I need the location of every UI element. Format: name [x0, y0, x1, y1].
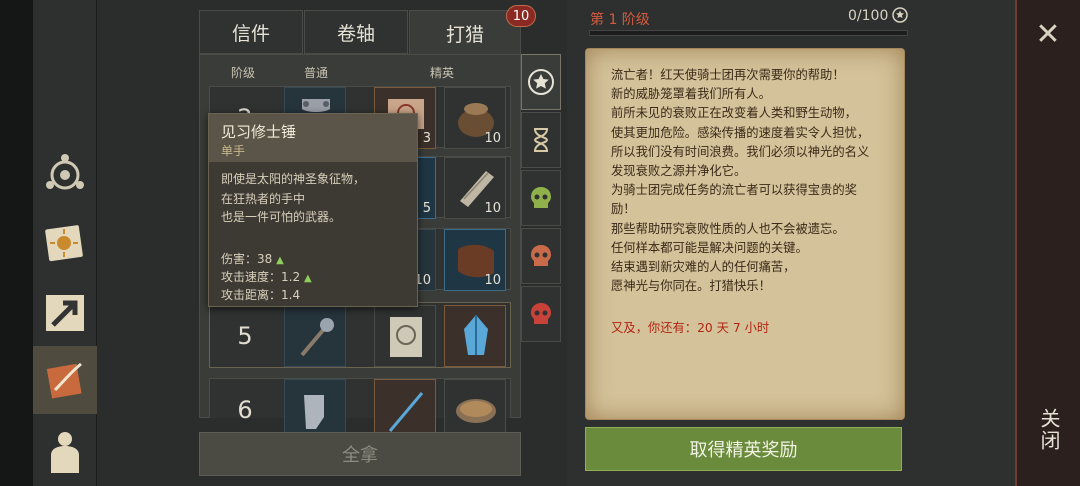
stat-up-arrow-icon: ▲: [276, 255, 284, 266]
blue-crystal-icon: [464, 315, 488, 355]
stat-label: 伤害：: [221, 252, 258, 266]
letter-line: 新的威胁笼罩着我们所有人。: [611, 87, 771, 102]
hourglass-icon: [533, 128, 549, 152]
reward-slot-elite[interactable]: 10: [444, 87, 506, 149]
stat-label: 攻击距离：: [221, 288, 282, 302]
reward-slot-elite[interactable]: [444, 305, 506, 367]
tooltip-description-line: 在狂热者的手中: [221, 192, 306, 206]
letter-line: 励！: [611, 202, 636, 217]
stat-up-arrow-icon: ▲: [303, 273, 312, 284]
letter-line: 发现衰败之源并净化它。: [611, 164, 747, 179]
tooltip-subtitle: 单手: [221, 144, 246, 158]
time-remaining: 又及，你还有：20 天 7 小时: [611, 321, 770, 335]
letter-line: 结束遇到新灾难的人的任何痛苦，: [611, 260, 796, 275]
letter-text: 流亡者！红天使骑士团再次需要你的帮助！ 新的威胁笼罩着我们所有人。 前所未见的衰…: [611, 66, 891, 296]
stat-value: 1.4: [281, 288, 301, 302]
claim-elite-reward-button[interactable]: 取得精英奖励: [585, 427, 902, 471]
letter-line: 任何样本都可能是解决问题的关键。: [611, 240, 808, 255]
tooltip-stat-damage: 伤害：38 ▲: [221, 250, 284, 267]
letter-line: 愿神光与你同在。打猎快乐！: [611, 279, 771, 294]
scroll-feather-icon: [46, 362, 82, 399]
category-tabs: [521, 54, 561, 344]
red-skull-icon: [531, 303, 551, 324]
tier-row[interactable]: 6: [209, 378, 511, 441]
map-arrow-icon: [46, 295, 84, 331]
side-menu-book-button[interactable]: [33, 212, 97, 274]
settings-star-icon: [892, 7, 908, 23]
tooltip-description-line: 也是一件可怕的武器。: [221, 210, 342, 224]
sun-book-icon: [45, 225, 83, 262]
side-menu-clan-button[interactable]: [33, 142, 97, 204]
item-tooltip: 见习修士锤 单手 即使是太阳的神圣象征物， 在狂热者的手中 也是一件可怕的武器。…: [208, 113, 418, 307]
character-icon: [51, 432, 79, 473]
side-menu: [33, 0, 97, 486]
tab-scrolls[interactable]: 卷轴: [304, 10, 408, 54]
orange-skull-icon: [531, 245, 551, 266]
normal-column-header: 普通: [304, 66, 329, 80]
stat-value: 1.2: [281, 270, 301, 284]
gauntlet-icon: [304, 395, 324, 429]
tooltip-stat-attack-range: 攻击距离：1.4: [221, 286, 300, 303]
tier-column-header: 阶级: [231, 66, 256, 80]
side-menu-character-button[interactable]: [33, 420, 97, 482]
category-tab-red-skull[interactable]: [521, 286, 561, 342]
left-edge-strip: [0, 0, 33, 486]
stage-label: 第 1 阶级: [590, 12, 650, 28]
reward-slot-elite[interactable]: 10: [444, 229, 506, 291]
category-tab-green-skull[interactable]: [521, 170, 561, 226]
close-button-label[interactable]: 关闭: [1034, 408, 1064, 452]
tooltip-title: 见习修士锤: [221, 123, 297, 141]
side-menu-letters-button[interactable]: [33, 346, 97, 414]
reward-slot-normal[interactable]: [284, 305, 346, 367]
letter-line: 流亡者！红天使骑士团再次需要你的帮助！: [611, 68, 845, 82]
take-all-button[interactable]: 全拿: [199, 432, 521, 476]
slot-count: 3: [422, 131, 431, 146]
food-bowl-icon: [456, 399, 496, 423]
green-skull-icon: [531, 187, 551, 208]
category-tab-timed[interactable]: [521, 112, 561, 168]
stat-label: 攻击速度：: [221, 270, 282, 284]
letter-line: 所以我们没有时间浪费。我们必须以神光的名义: [611, 144, 870, 159]
spear-icon: [388, 392, 424, 432]
letter-line: 那些帮助研究衰败性质的人也不会被遗忘。: [611, 221, 845, 236]
reward-slot-elite[interactable]: 10: [444, 157, 506, 219]
tab-letters[interactable]: 信件: [199, 10, 303, 54]
letter-line: 为骑士团完成任务的流亡者可以获得宝贵的奖: [611, 183, 857, 198]
stage-progress-bar: [589, 30, 908, 36]
side-menu-map-button[interactable]: [33, 282, 97, 344]
close-icon[interactable]: ✕: [1030, 16, 1066, 52]
slot-count: 10: [484, 201, 501, 216]
letter-line: 使其更加危险。感染传播的速度着实令人担忧，: [611, 125, 870, 140]
star-badge-icon: [528, 69, 554, 95]
clan-emblem-icon: [46, 154, 84, 190]
tab-hunting[interactable]: 打猎: [409, 10, 521, 56]
slot-count: 5: [422, 201, 431, 216]
letter-line: 前所未见的衰败正在改变着人类和野生动物，: [611, 106, 857, 121]
stat-value: 38: [257, 252, 273, 266]
progress-label: 0/100: [848, 8, 889, 24]
category-tab-orange-skull[interactable]: [521, 228, 561, 284]
tier-row-selected[interactable]: 5: [209, 302, 511, 368]
reward-slot-normal-rare[interactable]: [374, 305, 436, 367]
slot-count: 10: [484, 131, 501, 146]
category-tab-all[interactable]: [521, 54, 561, 110]
tooltip-description-line: 即使是太阳的神圣象征物，: [221, 172, 366, 186]
hunting-count-badge: 10: [506, 5, 536, 27]
tier-number: 5: [237, 322, 253, 350]
recipe-paper-icon: [390, 317, 422, 357]
elite-column-header: 精英: [430, 66, 455, 80]
mace-icon: [300, 318, 334, 357]
slot-count: 10: [484, 273, 501, 288]
tooltip-stat-attack-speed: 攻击速度：1.2 ▲: [221, 268, 312, 285]
